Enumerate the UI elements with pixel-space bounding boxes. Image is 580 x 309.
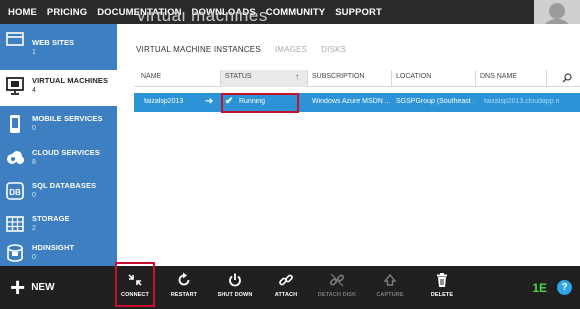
- sidebar-item-count: 8: [32, 159, 36, 166]
- sidebar-item-count: 0: [32, 254, 36, 261]
- column-header-name[interactable]: NAME: [141, 73, 161, 80]
- sidebar-item-count: 2: [32, 225, 36, 232]
- vm-location-cell: SGSPGroup (Southeast ...: [396, 98, 474, 105]
- top-navigation: HOME PRICING DOCUMENTATION DOWNLOADS COM…: [0, 0, 580, 36]
- sidebar-item-label: SQL DATABASES: [32, 181, 97, 190]
- storage-icon: [6, 216, 24, 232]
- delete-button[interactable]: DELETE: [420, 272, 464, 306]
- attach-icon: [279, 274, 293, 286]
- shut-down-button[interactable]: SHUT DOWN: [213, 272, 257, 306]
- sidebar-item-count: 4: [32, 87, 36, 94]
- detach-disk-button[interactable]: DETACH DISK: [315, 272, 359, 306]
- status-icons: 1E ?: [532, 280, 572, 295]
- power-icon: [229, 273, 241, 287]
- plus-icon: +: [10, 272, 26, 302]
- nav-community[interactable]: COMMUNITY: [266, 7, 325, 18]
- nav-support[interactable]: SUPPORT: [335, 7, 382, 18]
- sidebar-item-web-sites[interactable]: WEB SITES 1: [0, 24, 117, 56]
- sidebar-item-label: CLOUD SERVICES: [32, 148, 100, 157]
- search-icon[interactable]: [562, 73, 572, 83]
- sidebar-item-sql-databases[interactable]: DB SQL DATABASES 0: [0, 175, 117, 211]
- vm-dns-cell[interactable]: faizalsp2013.cloudapp.n: [484, 98, 580, 105]
- delete-label: DELETE: [430, 292, 454, 298]
- avatar-head: [549, 3, 565, 19]
- column-divider: [546, 70, 547, 87]
- nav-pricing[interactable]: PRICING: [47, 7, 87, 18]
- capture-label: CAPTURE: [376, 292, 404, 298]
- tab-bar: VIRTUAL MACHINE INSTANCES IMAGES DISKS: [136, 45, 346, 54]
- column-divider: [391, 70, 392, 87]
- restart-icon: [178, 272, 190, 286]
- capture-icon: [383, 273, 397, 286]
- capture-button[interactable]: CAPTURE: [368, 272, 412, 306]
- tab-images[interactable]: IMAGES: [275, 45, 307, 54]
- web-sites-icon: [6, 32, 24, 46]
- status-highlight-box: [221, 93, 299, 113]
- table-row[interactable]: faizalsp2013 ➔ Running Windows Azure MSD…: [134, 93, 580, 112]
- tab-vm-instances[interactable]: VIRTUAL MACHINE INSTANCES: [136, 45, 261, 54]
- sidebar-item-count: 0: [32, 192, 36, 199]
- main-content: VIRTUAL MACHINE INSTANCES IMAGES DISKS N…: [117, 24, 580, 266]
- column-divider: [220, 70, 221, 87]
- activity-icon[interactable]: 1E: [532, 281, 547, 295]
- sort-ascending-icon[interactable]: ↑: [295, 72, 299, 81]
- attach-button[interactable]: ATTACH: [264, 272, 308, 306]
- arrow-right-icon[interactable]: ➔: [205, 96, 213, 107]
- column-header-subscription[interactable]: SUBSCRIPTION: [312, 73, 365, 80]
- sidebar-item-label: VIRTUAL MACHINES: [32, 76, 109, 85]
- cloud-services-icon: [7, 151, 24, 164]
- hdinsight-icon: [7, 244, 23, 262]
- attach-label: ATTACH: [274, 292, 298, 298]
- sidebar-item-label: MOBILE SERVICES: [32, 114, 103, 123]
- page-title: virtual machines: [137, 12, 268, 24]
- column-header-status[interactable]: STATUS: [225, 73, 252, 80]
- sidebar-item-count: 0: [32, 125, 36, 132]
- sidebar-item-label: HDINSIGHT: [32, 243, 75, 252]
- sql-databases-icon: DB: [6, 182, 24, 200]
- sidebar: WEB SITES 1 VIRTUAL MACHINES 4 MOBILE SE…: [0, 24, 117, 266]
- virtual-machines-icon: [6, 77, 24, 95]
- column-divider: [475, 70, 476, 87]
- sidebar-item-cloud-services[interactable]: CLOUD SERVICES 8: [0, 142, 117, 178]
- connect-highlight-box: [115, 262, 155, 307]
- tab-disks[interactable]: DISKS: [321, 45, 346, 54]
- trash-icon: [437, 273, 447, 287]
- column-divider: [307, 70, 308, 87]
- svg-text:DB: DB: [9, 188, 21, 197]
- sidebar-item-virtual-machines[interactable]: VIRTUAL MACHINES 4: [0, 70, 117, 106]
- column-header-location[interactable]: LOCATION: [396, 73, 431, 80]
- sidebar-item-label: WEB SITES: [32, 38, 75, 47]
- new-button-label: NEW: [31, 281, 55, 293]
- sidebar-item-count: 1: [32, 49, 36, 56]
- vm-name-cell[interactable]: faizalsp2013: [144, 98, 183, 105]
- sidebar-item-mobile-services[interactable]: MOBILE SERVICES 0: [0, 108, 117, 144]
- help-icon[interactable]: ?: [557, 280, 572, 295]
- detach-disk-label: DETACH DISK: [317, 292, 357, 298]
- vm-subscription-cell: Windows Azure MSDN ...: [312, 98, 390, 105]
- command-bar: + NEW CONNECT RESTART SHUT DOWN ATTACH D…: [0, 266, 580, 309]
- sidebar-item-hdinsight[interactable]: HDINSIGHT 0: [0, 237, 117, 266]
- sidebar-item-label: STORAGE: [32, 214, 70, 223]
- nav-home[interactable]: HOME: [8, 7, 37, 18]
- restart-label: RESTART: [170, 292, 198, 298]
- detach-disk-icon: [329, 273, 345, 287]
- table-header: NAME STATUS ↑ SUBSCRIPTION LOCATION DNS …: [134, 70, 580, 87]
- column-header-dns-name[interactable]: DNS NAME: [480, 73, 517, 80]
- mobile-services-icon: [10, 115, 20, 133]
- new-button[interactable]: + NEW: [10, 272, 55, 302]
- shut-down-label: SHUT DOWN: [217, 292, 253, 298]
- restart-button[interactable]: RESTART: [162, 272, 206, 306]
